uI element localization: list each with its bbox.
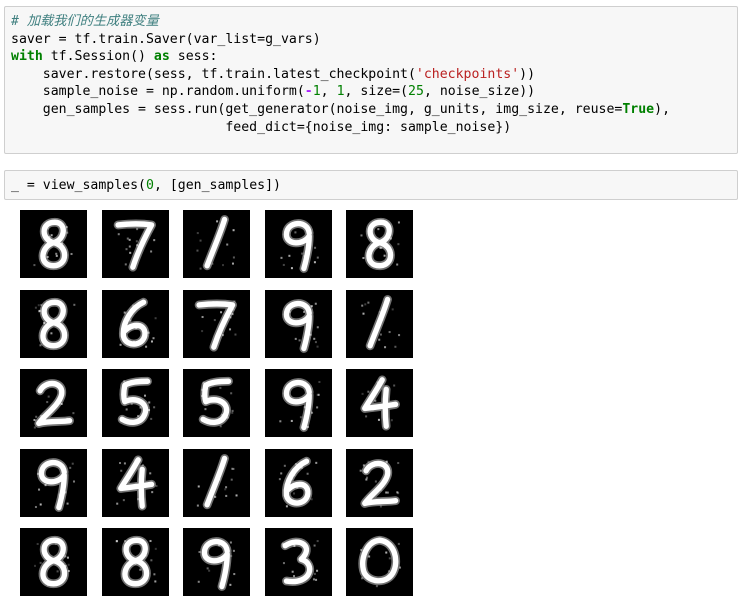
generated-digit-image (101, 448, 169, 517)
generated-digit-image (183, 448, 250, 517)
generated-digit-image (346, 210, 413, 278)
code-line-noise: sample_noise = np.random.uniform( (11, 84, 305, 100)
code-call: _ = view_samples( (11, 178, 146, 193)
generated-digit-image (346, 289, 413, 358)
generated-digit-image (346, 448, 413, 517)
generated-digit-image (264, 448, 332, 517)
code-editor[interactable]: # 加载我们的生成器变量 saver = tf.train.Saver(var_… (11, 13, 737, 136)
code-line-feed: feed_dict={noise_img: sample_noise}) (11, 119, 512, 135)
generated-digit-image (183, 210, 250, 278)
generated-digit-image (20, 210, 87, 278)
code-line-saver: saver = tf.train.Saver(var_list=g_vars) (11, 31, 321, 47)
number-literal: 1 (336, 84, 345, 100)
number-literal: 0 (145, 178, 154, 193)
generated-digit-image (101, 289, 169, 358)
code-cell-view-samples[interactable]: _ = view_samples(0, [gen_samples]) (4, 170, 738, 200)
code-line-session-end: sess: (169, 49, 218, 65)
generated-digit-image (264, 210, 332, 278)
generated-digit-image (183, 289, 250, 358)
code-line-gen-end: ), (654, 101, 671, 117)
code-line-gen: gen_samples = sess.run(get_generator(noi… (11, 101, 623, 117)
code-call-end: , [gen_samples]) (153, 178, 281, 193)
keyword-as: as (153, 49, 170, 65)
generated-digit-image (346, 369, 413, 437)
code-sep: , (320, 84, 337, 100)
generated-digit-image (20, 369, 87, 437)
generated-digit-image (264, 289, 332, 358)
code-sep: , size=( (344, 84, 409, 100)
code-line-restore: saver.restore(sess, tf.train.latest_chec… (11, 66, 416, 82)
code-line-session: tf.Session() (42, 49, 154, 65)
string-checkpoints: 'checkpoints' (415, 66, 520, 82)
generated-digit-image (101, 369, 169, 437)
generated-digit-image (264, 369, 332, 437)
generated-digit-image (264, 528, 332, 596)
generated-digit-image (183, 369, 250, 437)
generated-digit-image (20, 448, 87, 517)
keyword-true: True (622, 101, 655, 117)
generated-samples-grid (20, 210, 413, 596)
generated-digit-image (101, 528, 169, 596)
number-literal: 1 (312, 84, 321, 100)
generated-digit-image (101, 210, 169, 278)
generated-digit-image (346, 528, 413, 596)
keyword-with: with (11, 49, 43, 65)
code-cell-generator[interactable]: # 加载我们的生成器变量 saver = tf.train.Saver(var_… (4, 6, 738, 154)
number-literal: 25 (408, 84, 424, 100)
generated-digit-image (20, 289, 87, 358)
code-line-restore-end: )) (519, 66, 536, 82)
generated-digit-image (183, 528, 250, 596)
generated-digit-image (20, 528, 87, 596)
code-editor[interactable]: _ = view_samples(0, [gen_samples]) (11, 177, 737, 195)
code-line-noise-end: , noise_size)) (423, 84, 536, 100)
code-comment: # 加载我们的生成器变量 (11, 14, 159, 29)
operator-minus: - (304, 84, 313, 100)
